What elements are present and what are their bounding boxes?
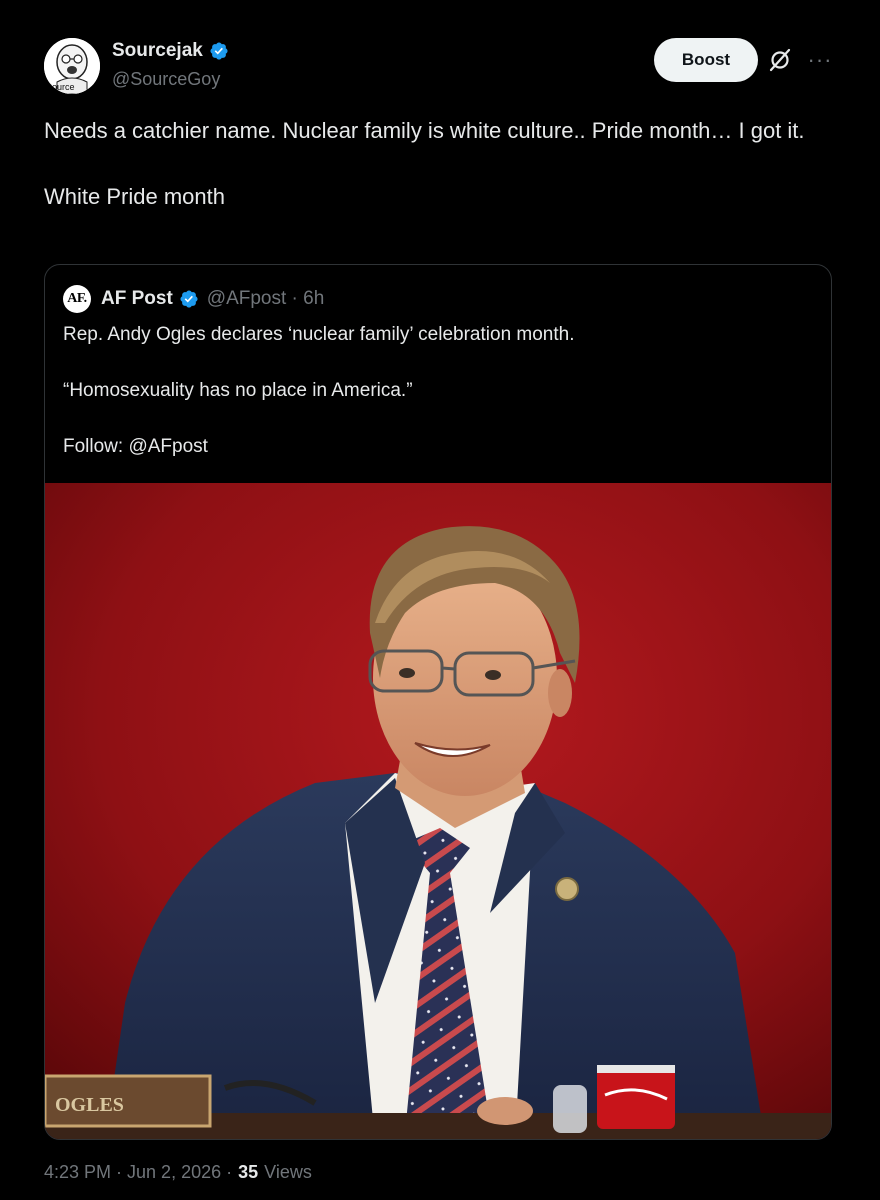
quoted-author-name[interactable]: AF Post [101,288,173,310]
wojak-avatar-icon: Source [44,38,100,94]
quoted-text-line-2: “Homosexuality has no place in America.” [63,380,413,401]
quoted-verified-badge-icon [180,290,198,308]
tweet-text-line-2: White Pride month [44,184,225,209]
views-label: Views [264,1162,312,1182]
quoted-post[interactable]: AF. AF Post @AFpost · 6h Rep. Andy Ogles… [44,264,832,1140]
quoted-author-avatar[interactable]: AF. [63,285,91,313]
post-timestamp[interactable]: 4:23 PM · Jun 2, 2026 · [44,1162,232,1183]
portrait-photo: OGLES [45,483,831,1139]
avatar-label: Source [46,82,75,92]
quoted-text-line-1: Rep. Andy Ogles declares ‘nuclear family… [63,324,575,345]
quoted-text-line-3: Follow: @AFpost [63,436,208,457]
grok-icon[interactable] [766,46,794,74]
author-display-name[interactable]: Sourcejak [112,40,203,62]
post-meta: 4:23 PM · Jun 2, 2026 · 35 Views [44,1162,312,1183]
verified-badge-icon [210,42,228,60]
boost-button[interactable]: Boost [654,38,758,82]
author-avatar[interactable]: Source [44,38,100,94]
tweet-text: Needs a catchier name. Nuclear family is… [44,114,834,213]
tweet-text-line-1: Needs a catchier name. Nuclear family is… [44,118,805,143]
quoted-post-header: AF. AF Post @AFpost · 6h [63,285,324,313]
post: Source Sourcejak @SourceGoy Boost ··· Ne… [0,0,880,1200]
author-name-row[interactable]: Sourcejak [112,40,229,62]
author-handle[interactable]: @SourceGoy [112,69,220,90]
views-count: 35 [238,1162,259,1182]
nameplate-text: OGLES [55,1094,124,1116]
quoted-post-photo[interactable]: OGLES [45,483,831,1139]
quoted-author-handle-time[interactable]: @AFpost · 6h [207,288,325,310]
more-options-icon[interactable]: ··· [806,46,834,74]
quoted-post-text: Rep. Andy Ogles declares ‘nuclear family… [63,321,813,461]
